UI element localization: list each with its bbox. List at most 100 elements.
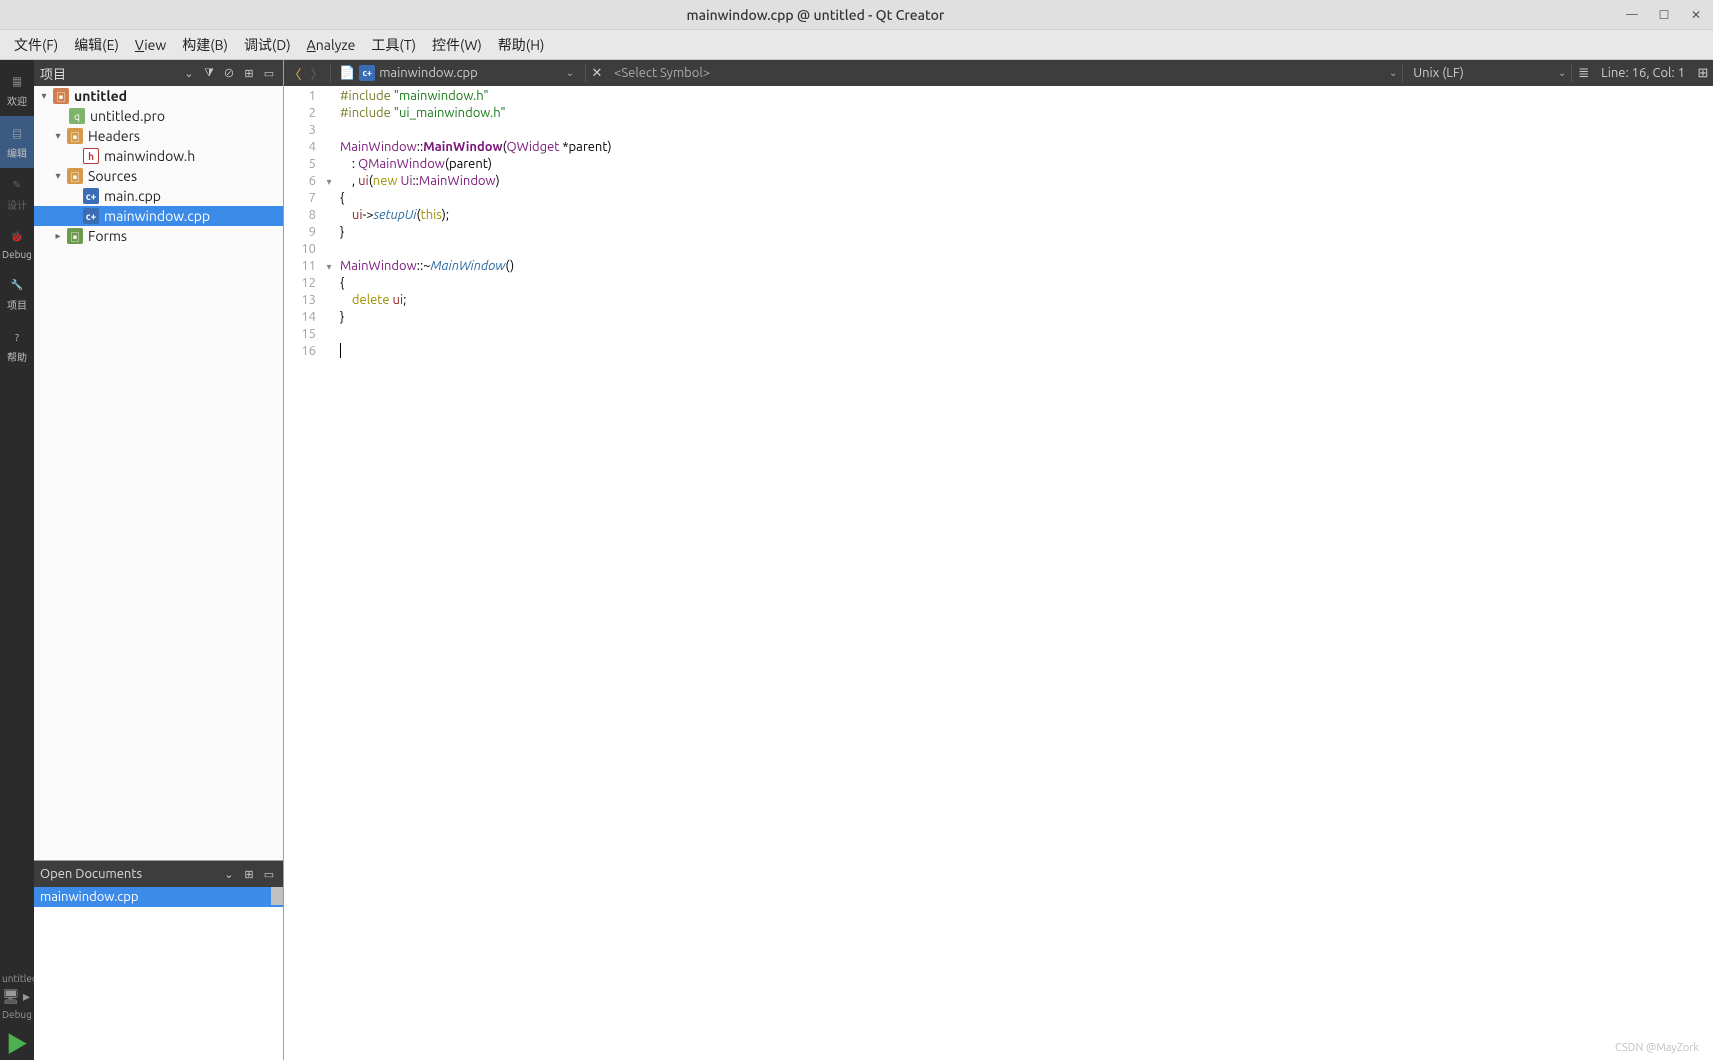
- symbol-selector[interactable]: <Select Symbol>: [606, 66, 1386, 80]
- separator: [1571, 64, 1572, 82]
- folder-icon: ▣: [67, 128, 83, 144]
- tree-project-root[interactable]: ▾ ▣ untitled: [34, 86, 283, 106]
- kit-project: untitled: [2, 973, 38, 984]
- line-ending-selector[interactable]: Unix (LF): [1405, 66, 1555, 80]
- open-documents-panel: Open Documents ⌄ ⊞ ▭ mainwindow.cpp: [34, 860, 283, 1060]
- close-icon: ✕: [592, 66, 603, 80]
- mode-debug[interactable]: 🐞 Debug: [0, 220, 34, 268]
- folder-icon: ▣: [67, 228, 83, 244]
- nav-back-button[interactable]: 〈: [284, 62, 306, 84]
- minimize-button[interactable]: —: [1623, 6, 1641, 24]
- filter-icon[interactable]: ⧩: [201, 65, 217, 81]
- pencil-icon: ✎: [8, 176, 26, 194]
- linecol-icon: ≣: [1574, 66, 1593, 81]
- edit-icon: ▤: [8, 124, 26, 142]
- chevron-down-icon[interactable]: ⌄: [1386, 67, 1400, 79]
- separator: [585, 64, 586, 82]
- chevron-down-icon[interactable]: ⌄: [181, 65, 197, 81]
- tree-sources-folder[interactable]: ▾ ▣ Sources: [34, 166, 283, 186]
- chevron-left-icon: 〈: [288, 64, 301, 83]
- chevron-right-icon: 〉: [310, 64, 323, 83]
- folder-icon: ▣: [67, 168, 83, 184]
- open-docs-list: mainwindow.cpp: [34, 887, 283, 1060]
- chevron-down-icon[interactable]: ▾: [52, 170, 64, 182]
- editor-toolbar: 〈 〉 📄 c+ mainwindow.cpp ⌄ ✕ <Select Symb…: [284, 60, 1713, 86]
- file-crumb-label: mainwindow.cpp: [379, 66, 478, 80]
- maximize-button[interactable]: ☐: [1655, 6, 1673, 24]
- window-title: mainwindow.cpp @ untitled - Qt Creator: [8, 7, 1623, 23]
- menu-debug[interactable]: 调试(D): [236, 32, 299, 58]
- bug-icon: 🐞: [8, 228, 26, 246]
- monitor-icon: 🖥 ▸: [2, 988, 30, 1005]
- open-docs-title: Open Documents: [40, 867, 217, 881]
- header-file-icon: h: [83, 148, 99, 164]
- pro-file-icon: q: [69, 108, 85, 124]
- cpp-file-icon: c+: [83, 188, 99, 204]
- split-icon: ⊞: [1698, 66, 1709, 80]
- projects-panel-header: 项目 ⌄ ⧩ ⊘ ⊞ ▭: [34, 60, 283, 86]
- mode-projects[interactable]: 🔧 项目: [0, 268, 34, 320]
- tree-pro-file[interactable]: q untitled.pro: [34, 106, 283, 126]
- mode-welcome[interactable]: ▦ 欢迎: [0, 64, 34, 116]
- menu-view[interactable]: View: [127, 34, 174, 56]
- mode-edit[interactable]: ▤ 编辑: [0, 116, 34, 168]
- fold-gutter[interactable]: ▾ ▾: [322, 86, 336, 1060]
- chevron-down-icon[interactable]: ⌄: [1555, 67, 1569, 79]
- kit-selector[interactable]: untitled 🖥 ▸ Debug: [0, 967, 34, 1026]
- chevron-down-icon[interactable]: ▾: [38, 90, 50, 102]
- run-button[interactable]: ▶: [0, 1026, 34, 1060]
- tree-source-mainwindow[interactable]: c+ mainwindow.cpp: [34, 206, 283, 226]
- code-content[interactable]: #include "mainwindow.h"#include "ui_main…: [336, 86, 1713, 1060]
- wrench-icon: 🔧: [8, 276, 26, 294]
- separator: [1402, 64, 1403, 82]
- chevron-down-icon[interactable]: ⌄: [221, 866, 237, 882]
- close-panel-icon[interactable]: ▭: [261, 65, 277, 81]
- projects-panel-title: 项目: [40, 64, 177, 83]
- tree-forms-folder[interactable]: ▸ ▣ Forms: [34, 226, 283, 246]
- menu-build[interactable]: 构建(B): [174, 32, 236, 58]
- menu-edit[interactable]: 编辑(E): [66, 32, 127, 58]
- chevron-down-icon[interactable]: ▾: [52, 130, 64, 142]
- watermark: CSDN @MayZork: [1615, 1042, 1699, 1054]
- menu-tools[interactable]: 工具(T): [363, 32, 424, 58]
- play-icon: ▶: [6, 1027, 28, 1059]
- menu-analyze[interactable]: Analyze: [299, 34, 364, 56]
- cpp-file-icon: c+: [359, 65, 375, 81]
- close-button[interactable]: ✕: [1687, 6, 1705, 24]
- link-icon[interactable]: ⊘: [221, 65, 237, 81]
- menu-help[interactable]: 帮助(H): [490, 32, 553, 58]
- nav-forward-button[interactable]: 〉: [306, 62, 328, 84]
- open-doc-item[interactable]: mainwindow.cpp: [34, 887, 283, 907]
- line-number-gutter: 12345678910111213141516: [284, 86, 322, 1060]
- grid-icon: ▦: [8, 72, 26, 90]
- cpp-file-icon: c+: [83, 208, 99, 224]
- line-col-indicator[interactable]: Line: 16, Col: 1: [1593, 66, 1693, 80]
- close-panel-icon[interactable]: ▭: [261, 866, 277, 882]
- kit-config: Debug: [2, 1009, 32, 1020]
- left-panel: 项目 ⌄ ⧩ ⊘ ⊞ ▭ ▾ ▣ untitled q untitled.pro…: [34, 60, 284, 1060]
- menu-file[interactable]: 文件(F): [6, 32, 66, 58]
- window-controls: — ☐ ✕: [1623, 6, 1705, 24]
- chevron-right-icon[interactable]: ▸: [52, 230, 64, 242]
- close-tab-button[interactable]: ✕: [588, 66, 606, 81]
- help-icon: ?: [8, 328, 26, 346]
- chevron-down-icon[interactable]: ⌄: [563, 67, 577, 79]
- tree-source-main[interactable]: c+ main.cpp: [34, 186, 283, 206]
- mode-help[interactable]: ? 帮助: [0, 320, 34, 372]
- tree-header-file[interactable]: h mainwindow.h: [34, 146, 283, 166]
- file-crumb[interactable]: 📄 c+ mainwindow.cpp ⌄: [333, 65, 583, 81]
- split-editor-button[interactable]: ⊞: [1693, 66, 1713, 81]
- split-icon[interactable]: ⊞: [241, 866, 257, 882]
- menu-widgets[interactable]: 控件(W): [424, 32, 490, 58]
- titlebar: mainwindow.cpp @ untitled - Qt Creator —…: [0, 0, 1713, 30]
- separator: [330, 64, 331, 82]
- editor-area: 〈 〉 📄 c+ mainwindow.cpp ⌄ ✕ <Select Symb…: [284, 60, 1713, 1060]
- menubar: 文件(F) 编辑(E) View 构建(B) 调试(D) Analyze 工具(…: [0, 30, 1713, 60]
- code-editor[interactable]: 12345678910111213141516 ▾ ▾ #include "ma…: [284, 86, 1713, 1060]
- project-icon: ▣: [53, 88, 69, 104]
- split-icon[interactable]: ⊞: [241, 65, 257, 81]
- scrollbar[interactable]: [271, 887, 283, 905]
- open-docs-header: Open Documents ⌄ ⊞ ▭: [34, 861, 283, 887]
- tree-headers-folder[interactable]: ▾ ▣ Headers: [34, 126, 283, 146]
- mode-design[interactable]: ✎ 设计: [0, 168, 34, 220]
